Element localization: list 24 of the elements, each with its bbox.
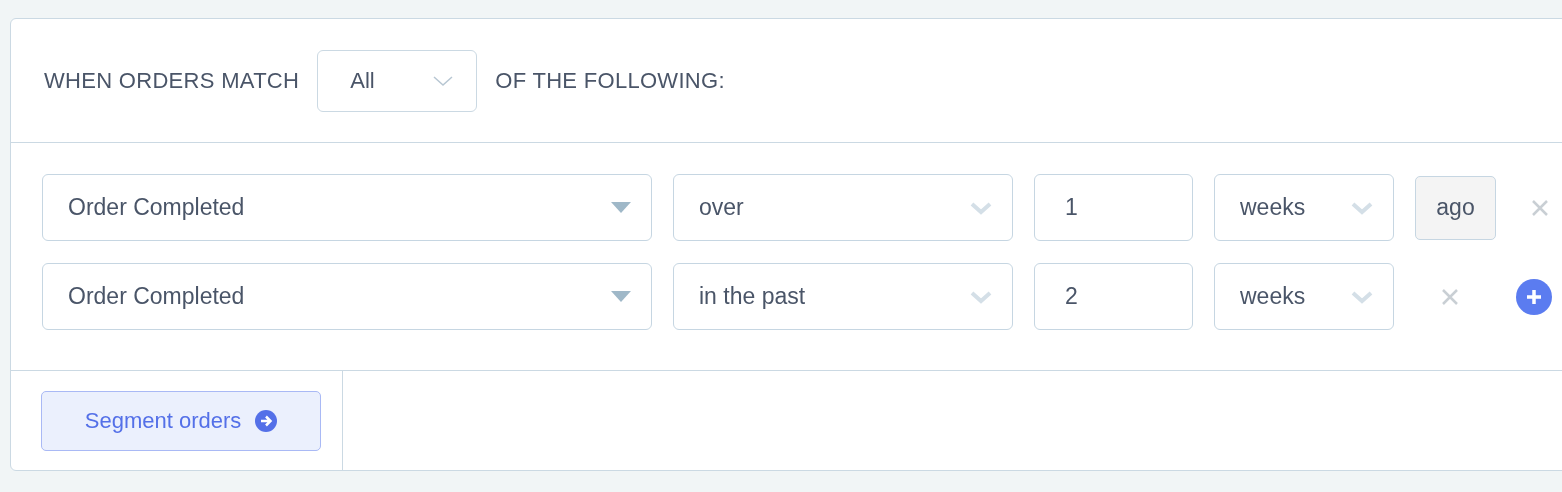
operator-select[interactable]: over [673, 174, 1013, 241]
match-prefix-label: WHEN ORDERS MATCH [44, 67, 300, 94]
match-suffix-label: OF THE FOLLOWING: [495, 67, 725, 94]
segment-orders-button[interactable]: Segment orders [41, 390, 321, 451]
close-icon[interactable] [1441, 287, 1459, 306]
caret-down-icon [611, 291, 631, 302]
value-input[interactable]: 2 [1034, 263, 1193, 330]
chevron-down-icon [1351, 200, 1373, 215]
field-select[interactable]: Order Completed [42, 263, 652, 330]
unit-select[interactable]: weeks [1214, 263, 1394, 330]
chevron-down-icon [970, 200, 992, 215]
chevron-down-icon [970, 289, 992, 304]
field-select[interactable]: Order Completed [42, 174, 652, 241]
arrow-right-icon [255, 409, 278, 432]
value-input[interactable]: 1 [1034, 174, 1193, 241]
operator-select[interactable]: in the past [673, 263, 1013, 330]
chevron-down-icon [432, 73, 455, 88]
add-icon[interactable] [1516, 278, 1552, 315]
unit-select[interactable]: weeks [1214, 174, 1394, 241]
chevron-down-icon [1351, 289, 1373, 304]
close-icon[interactable] [1531, 198, 1549, 217]
match-select[interactable]: All [317, 49, 478, 112]
suffix-label: ago [1415, 175, 1496, 240]
caret-down-icon [611, 202, 631, 213]
